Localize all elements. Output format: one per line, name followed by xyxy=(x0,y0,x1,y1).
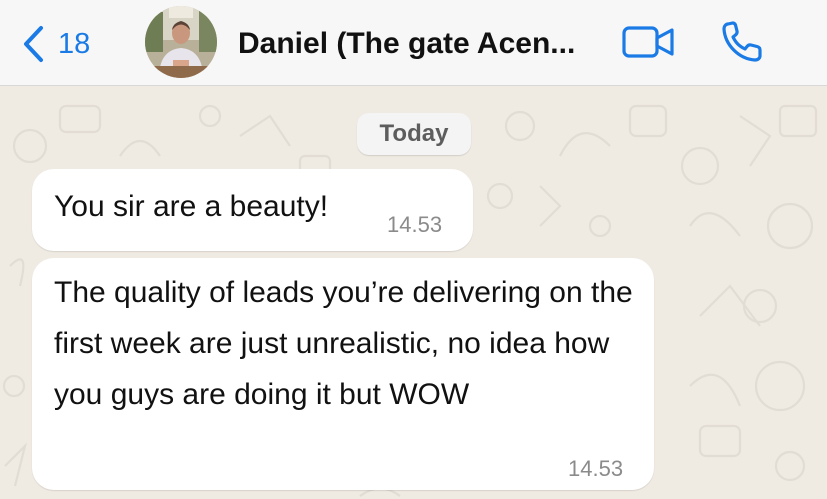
voice-call-button[interactable] xyxy=(718,18,768,66)
video-call-button[interactable] xyxy=(620,22,678,62)
avatar[interactable] xyxy=(145,6,217,78)
message-timestamp: 14.53 xyxy=(568,456,624,481)
message-text: The quality of leads you’re delivering o… xyxy=(54,276,633,411)
message-text: You sir are a beauty! xyxy=(54,190,329,223)
back-button[interactable]: 18 xyxy=(22,22,90,66)
message-timestamp: 14.53 xyxy=(387,212,443,237)
chat-header: 18 Daniel (The gate Acen... xyxy=(0,0,827,86)
unread-count: 18 xyxy=(58,27,91,60)
chevron-left-icon xyxy=(24,26,43,62)
date-divider: Today xyxy=(357,113,471,155)
video-camera-icon xyxy=(622,26,674,58)
chat-area[interactable]: Today You sir are a beauty! 14.53 The qu… xyxy=(0,86,827,499)
message-bubble[interactable]: You sir are a beauty! 14.53 xyxy=(32,169,473,251)
contact-name[interactable]: Daniel (The gate Acen... xyxy=(238,24,603,64)
message-bubble[interactable]: The quality of leads you’re delivering o… xyxy=(32,258,654,490)
phone-icon xyxy=(722,21,762,62)
